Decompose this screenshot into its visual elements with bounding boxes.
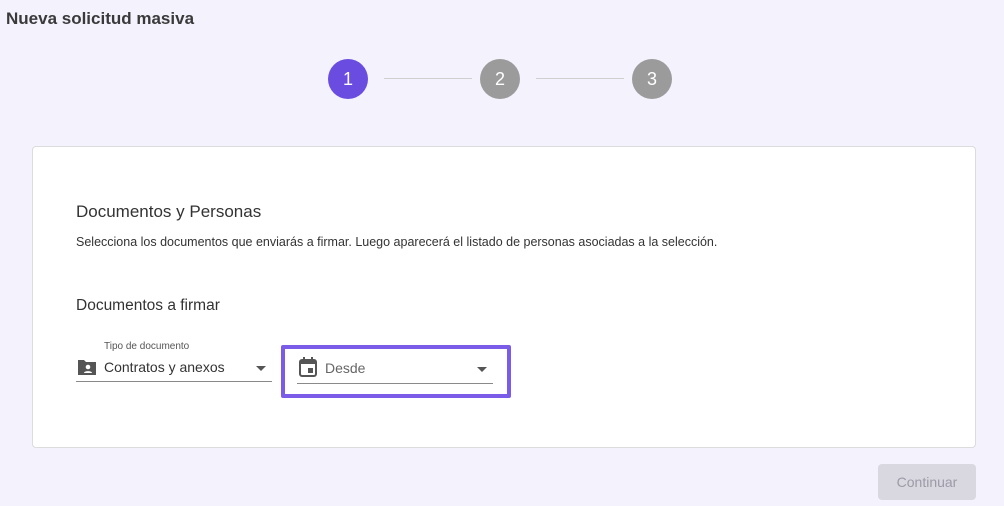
step-connector [536, 78, 624, 79]
section-title: Documentos y Personas [76, 202, 262, 221]
form-card: Documentos y Personas Selecciona los doc… [32, 146, 976, 448]
section-description: Selecciona los documentos que enviarás a… [76, 235, 718, 249]
calendar-icon [297, 357, 319, 377]
step-connector [384, 78, 472, 79]
step-2: 2 [480, 59, 520, 99]
page: Nueva solicitud masiva 1 2 3 Documentos … [0, 0, 1004, 506]
stepper: 1 2 3 [0, 59, 1004, 99]
step-1: 1 [328, 59, 368, 99]
folder-account-icon [76, 357, 98, 377]
document-type-select[interactable]: Tipo de documento Contratos y anexos [76, 338, 272, 382]
chevron-down-icon [256, 366, 266, 371]
document-type-value: Contratos y anexos [104, 359, 225, 375]
chevron-down-icon [477, 367, 487, 372]
continue-button[interactable]: Continuar [878, 464, 976, 500]
documents-subtitle: Documentos a firmar [76, 297, 220, 314]
date-from-placeholder: Desde [325, 360, 366, 376]
document-type-label: Tipo de documento [104, 341, 190, 352]
date-from-field[interactable]: Desde [297, 350, 493, 384]
page-title: Nueva solicitud masiva [6, 9, 195, 28]
step-3: 3 [632, 59, 672, 99]
